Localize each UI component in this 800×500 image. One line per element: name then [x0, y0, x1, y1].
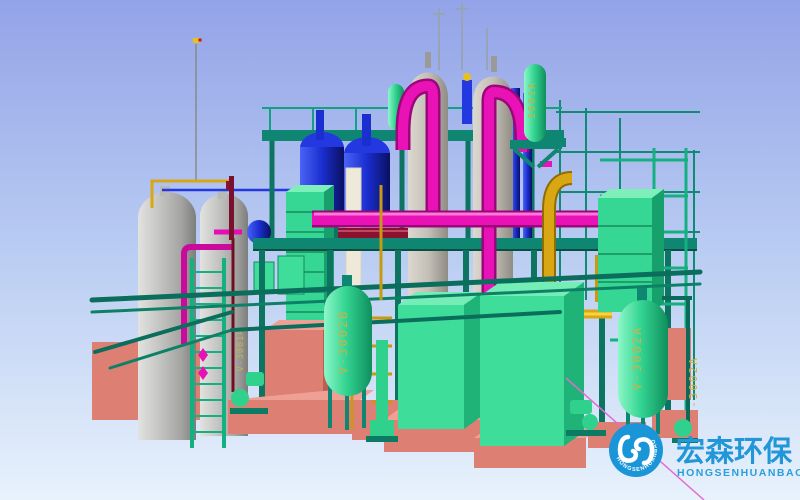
vessel-v3002b-label: V-3002B — [336, 310, 350, 375]
green-box-tank-right — [480, 282, 584, 446]
plant-render-viewport: V-3001A — [0, 0, 800, 500]
blue-stack-top — [462, 73, 472, 124]
gauge-tag-label: V-3001A — [236, 329, 246, 372]
vessel-v3002a-label: V-3002A — [630, 326, 644, 391]
logo-name-en: HONGSENHUANBAO — [677, 467, 800, 479]
exchanger-tag-label: -3002A — [687, 356, 700, 408]
plant-3d-render: V-3001A — [0, 0, 800, 500]
logo-name-cn: 宏森环保 — [676, 434, 793, 468]
green-box-tank-left — [398, 292, 482, 429]
gray-tank-left — [138, 186, 196, 440]
column-tag-label: -3001A — [527, 81, 538, 126]
vessel-v3002b: V-3002B — [324, 275, 372, 430]
